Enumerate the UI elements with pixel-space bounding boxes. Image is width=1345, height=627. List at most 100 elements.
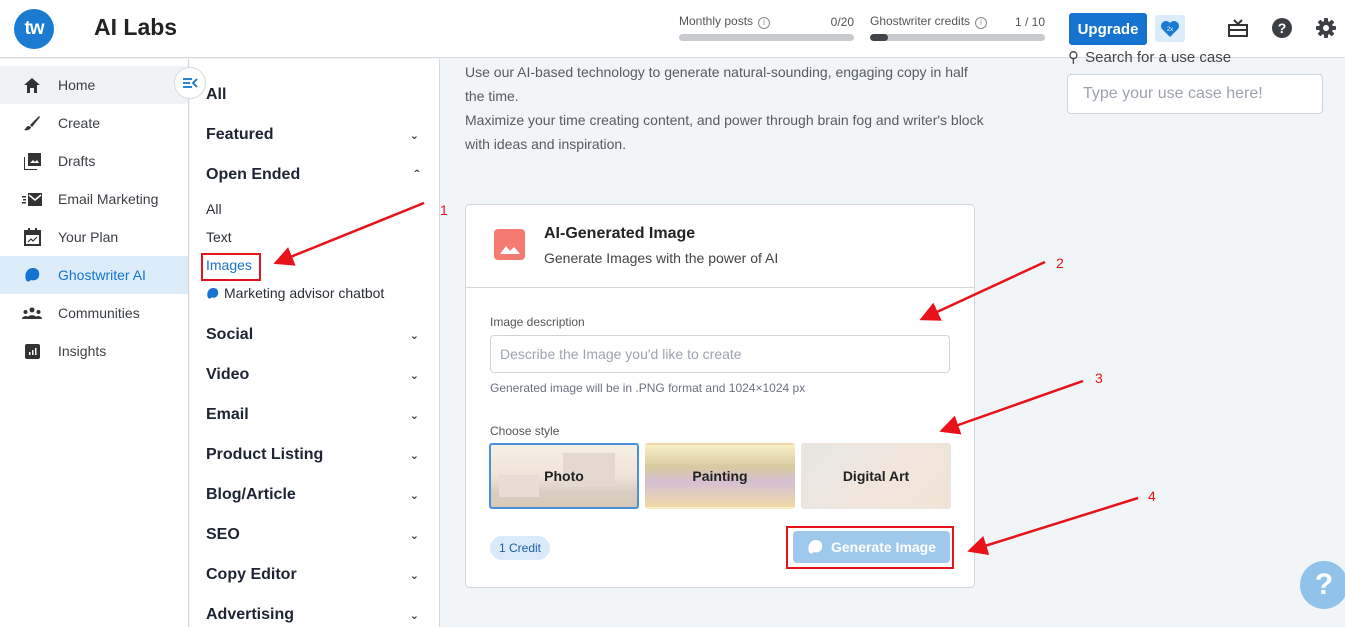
brush-icon [22,113,42,133]
heart-2x-badge[interactable]: 2x [1155,15,1185,42]
ghost-icon [22,265,42,285]
category-label: All [206,86,227,103]
svg-text:2x: 2x [1167,27,1173,33]
annotation-number: 3 [1095,370,1103,386]
sidebar-item-drafts[interactable]: Drafts [0,142,188,180]
monthly-posts-meter: Monthly posts i 0/20 [679,14,854,41]
progress-fill [870,34,888,41]
sidebar-item-label: Insights [58,343,107,359]
style-option-painting[interactable]: Painting [645,443,795,509]
chevron-down-icon: ⌄ [409,569,419,582]
annotation-number: 4 [1148,488,1156,504]
collapse-menu-icon [183,78,198,88]
sidebar-item-label: Communities [58,305,140,321]
category-label: Video [206,366,250,383]
heart-icon: 2x [1161,20,1179,37]
choose-style-label: Choose style [490,424,560,438]
upgrade-button[interactable]: Upgrade [1069,13,1147,45]
category-copy-editor[interactable]: Copy Editor ⌄ [190,555,439,595]
category-label: Email [206,406,249,423]
category-all[interactable]: All [190,75,439,115]
collapse-sidebar-button[interactable] [174,67,206,99]
chevron-down-icon: ⌄ [409,529,419,542]
info-icon[interactable]: i [758,17,771,29]
style-option-digital-art[interactable]: Digital Art [801,443,951,509]
category-label: Product Listing [206,446,324,463]
category-label: Advertising [206,606,295,623]
annotation-arrow-4 [967,496,1139,556]
category-email[interactable]: Email ⌄ [190,395,439,435]
category-blog-article[interactable]: Blog/Article ⌄ [190,475,439,515]
intro-paragraph: Use our AI-based technology to generate … [465,64,968,104]
settings-gear-icon[interactable] [1314,16,1338,40]
ghostwriter-credits-label: Ghostwriter credits [870,14,971,28]
image-description-label: Image description [490,315,585,329]
monthly-posts-label: Monthly posts [679,14,754,28]
category-product-listing[interactable]: Product Listing ⌄ [190,435,439,475]
help-icon[interactable]: ? [1270,16,1294,40]
subcategory-all[interactable]: All [190,195,439,223]
category-video[interactable]: Video ⌄ [190,355,439,395]
drafts-icon [22,151,42,171]
intro-text: Use our AI-based technology to generate … [465,60,985,156]
chevron-down-icon: ⌄ [409,489,419,502]
category-label: Blog/Article [206,486,296,503]
chevron-down-icon: ⌄ [409,409,419,422]
email-icon [22,189,42,209]
ghostwriter-credits-value: 1 / 10 [1014,14,1045,29]
category-social[interactable]: Social ⌄ [190,315,439,355]
main-sidebar: Home Create Drafts Email Marketing Your … [0,59,189,627]
search-icon: ⚲ [1068,49,1079,66]
chevron-down-icon: ⌄ [409,129,419,142]
monthly-posts-value: 0/20 [830,14,854,29]
gift-icon[interactable] [1226,16,1250,40]
category-advertising[interactable]: Advertising ⌄ [190,595,439,627]
use-case-search-input[interactable] [1067,74,1323,114]
image-icon [494,229,525,260]
subcategory-marketing-advisor-chatbot[interactable]: Marketing advisor chatbot [190,279,439,307]
help-chat-button[interactable]: ? [1300,561,1345,609]
style-label: Painting [692,468,748,484]
sidebar-item-label: Home [58,77,96,93]
sidebar-item-your-plan[interactable]: Your Plan [0,218,188,256]
format-hint: Generated image will be in .PNG format a… [490,381,806,395]
annotation-number: 1 [440,202,448,218]
style-option-photo[interactable]: Photo [489,443,639,509]
chevron-up-icon: ˆ [414,167,419,183]
app-logo[interactable]: tw [14,9,54,49]
subcategory-text[interactable]: Text [190,223,439,251]
app-title: AI Labs [94,14,178,40]
category-label: Social [206,326,254,343]
monthly-posts-progress [679,34,854,41]
category-seo[interactable]: SEO ⌄ [190,515,439,555]
sidebar-item-ghostwriter-ai[interactable]: Ghostwriter AI [0,256,188,294]
chevron-down-icon: ⌄ [409,329,419,342]
category-label: Featured [206,126,274,143]
sidebar-item-label: Email Marketing [58,191,159,207]
sidebar-item-create[interactable]: Create [0,104,188,142]
sidebar-item-insights[interactable]: Insights [0,332,188,370]
ghost-icon [207,287,219,299]
credit-cost-badge: 1 Credit [490,536,551,560]
search-label: ⚲ Search for a use case [1068,48,1231,66]
intro-paragraph: Maximize your time creating content, and… [465,112,984,152]
home-icon [22,75,42,95]
sidebar-item-home[interactable]: Home [0,66,188,104]
sidebar-item-email-marketing[interactable]: Email Marketing [0,180,188,218]
annotation-number: 2 [1056,255,1064,271]
chevron-down-icon: ⌄ [409,449,419,462]
logo-text: tw [24,18,44,39]
ghostwriter-credits-meter: Ghostwriter credits i 1 / 10 [870,14,1045,41]
category-label: SEO [206,526,240,543]
chevron-down-icon: ⌄ [409,609,419,622]
sidebar-item-communities[interactable]: Communities [0,294,188,332]
style-label: Digital Art [842,468,910,484]
insights-icon [22,341,42,361]
sidebar-item-label: Drafts [58,153,96,169]
info-icon[interactable]: i [975,17,988,29]
category-open-ended[interactable]: Open Ended ˆ [190,155,439,195]
image-description-input[interactable] [490,335,950,373]
use-case-categories: All Featured ⌄ Open Ended ˆ All Text Image… [190,59,440,627]
category-featured[interactable]: Featured ⌄ [190,115,439,155]
category-label: Open Ended [206,166,301,183]
